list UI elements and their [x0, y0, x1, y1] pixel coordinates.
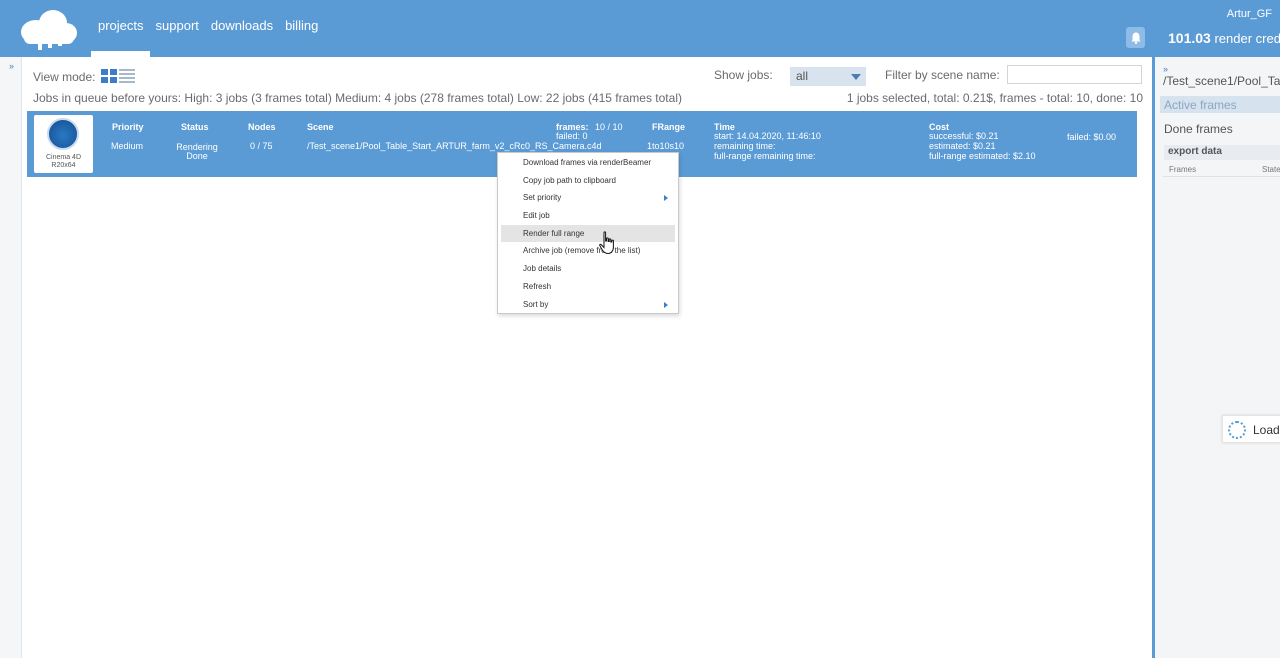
show-jobs-label: Show jobs: [714, 68, 773, 82]
credits-display: 101.03 render credits [1168, 30, 1280, 46]
menu-download-frames[interactable]: Download frames via renderBeamer [501, 154, 675, 172]
job-frames-value: 10 / 10 [595, 122, 623, 132]
job-scene-path: /Test_scene1/Pool_Table_Start_ARTUR_farm… [307, 141, 602, 151]
hand-cursor-icon [599, 231, 614, 255]
frames-side-panel: » /Test_scene1/Pool_Ta Active frames Don… [1152, 57, 1280, 658]
credits-label: render credits [1214, 31, 1280, 46]
loading-indicator: Loadi [1222, 415, 1280, 443]
bell-icon[interactable] [1126, 27, 1145, 48]
jobs-controls: View mode: Show jobs: all Filter by scen… [33, 65, 1143, 90]
col-frames-header: Frames [1169, 165, 1197, 174]
menu-copy-job-path[interactable]: Copy job path to clipboard [501, 172, 675, 190]
grid-view-icon[interactable] [101, 69, 117, 83]
cinema4d-logo-icon [47, 118, 79, 150]
menu-sort-by-label: Sort by [523, 299, 549, 309]
job-cost-estimated: estimated: $0.21 [929, 141, 996, 151]
job-context-menu: Download frames via renderBeamer Copy jo… [497, 152, 679, 314]
col-scene-header: Scene [307, 122, 334, 132]
job-frames-failed: failed: 0 [556, 131, 588, 141]
show-jobs-value: all [796, 69, 809, 83]
job-priority: Medium [111, 141, 144, 151]
queue-info: Jobs in queue before yours: High: 3 jobs… [33, 91, 682, 105]
menu-sort-by[interactable]: Sort by [501, 296, 675, 314]
credits-amount: 101.03 [1168, 30, 1211, 46]
job-status-line2: Done [186, 151, 208, 161]
spinner-icon [1228, 421, 1246, 439]
chevron-right-icon [664, 301, 668, 308]
collapse-panel-icon[interactable]: » [1163, 64, 1168, 74]
job-app: Cinema 4D [45, 154, 81, 161]
view-mode-label: View mode: [33, 70, 96, 84]
selection-summary: 1 jobs selected, total: 0.21$, frames - … [846, 91, 1143, 105]
job-cost-successful: successful: $0.21 [929, 131, 999, 141]
job-app-version: R20x64 [51, 162, 76, 169]
view-mode-toggle [101, 69, 135, 83]
col-priority-header: Priority [112, 122, 144, 132]
panel-scene-path: /Test_scene1/Pool_Ta [1163, 74, 1280, 88]
job-cost-failed: failed: $0.00 [1067, 132, 1117, 142]
list-view-icon[interactable] [119, 69, 135, 83]
loading-text: Loadi [1253, 423, 1280, 437]
menu-render-full-range[interactable]: Render full range [501, 224, 675, 243]
nav-downloads[interactable]: downloads [211, 18, 273, 33]
menu-refresh[interactable]: Refresh [501, 278, 675, 296]
left-collapsed-sidebar: » [0, 57, 22, 658]
export-data-button[interactable]: export data [1164, 145, 1280, 160]
tab-done-frames[interactable]: Done frames [1164, 122, 1233, 136]
cloud-logo-icon[interactable] [14, 6, 80, 52]
col-nodes-header: Nodes [248, 122, 276, 132]
cinema4d-thumbnail: Cinema 4D R20x64 [34, 115, 93, 173]
nav-support[interactable]: support [156, 18, 199, 33]
menu-archive-job[interactable]: Archive job (remove from the list) [501, 242, 675, 260]
filter-scene-input[interactable] [1007, 65, 1142, 84]
job-time-remaining: remaining time: [714, 141, 776, 151]
job-time-fullrange: full-range remaining time: [714, 151, 816, 161]
col-status-header: Status [181, 122, 209, 132]
col-state-header: State [1262, 165, 1280, 174]
tab-active-frames[interactable]: Active frames [1160, 96, 1280, 113]
top-bar: projects support downloads billing Artur… [0, 0, 1280, 57]
expand-sidebar-icon[interactable]: » [9, 61, 14, 71]
job-nodes: 0 / 75 [250, 141, 273, 151]
jobs-main-area: View mode: Show jobs: all Filter by scen… [22, 57, 1152, 658]
job-cost-fullrange: full-range estimated: $2.10 [929, 151, 1036, 161]
menu-set-priority[interactable]: Set priority [501, 189, 675, 207]
col-frange-header: FRange [652, 122, 686, 132]
nav-billing[interactable]: billing [285, 18, 318, 33]
job-frange: 1to10s10 [647, 141, 685, 151]
job-time-start: start: 14.04.2020, 11:46:10 [714, 131, 821, 141]
menu-set-priority-label: Set priority [523, 193, 562, 203]
main-nav: projects support downloads billing [98, 18, 318, 33]
chevron-right-icon [664, 195, 668, 202]
user-name[interactable]: Artur_GF [1227, 8, 1272, 20]
filter-label: Filter by scene name: [885, 68, 1000, 82]
chevron-down-icon [851, 74, 861, 80]
show-jobs-select[interactable]: all [790, 67, 866, 86]
divider [1163, 176, 1280, 177]
menu-edit-job[interactable]: Edit job [501, 207, 675, 225]
menu-job-details[interactable]: Job details [501, 260, 675, 278]
nav-projects[interactable]: projects [98, 18, 144, 33]
